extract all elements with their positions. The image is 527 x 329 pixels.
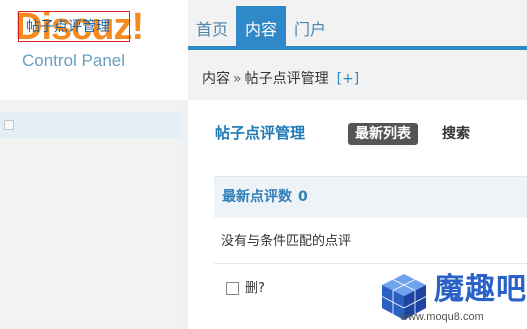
- breadcrumb-current: 帖子点评管理: [244, 71, 329, 87]
- sidebar-item-comment-manage[interactable]: [0, 112, 180, 138]
- page-title: 帖子点评管理: [215, 124, 306, 142]
- tab-portal[interactable]: 门户: [289, 6, 331, 46]
- latest-comments-label: 最新点评数: [222, 189, 292, 205]
- row-divider: [214, 263, 527, 264]
- breadcrumb: 内容» 帖子点评管理 [+]: [202, 67, 359, 91]
- empty-message: 没有与条件匹配的点评: [221, 234, 352, 249]
- delete-label: 删?: [245, 281, 265, 296]
- breadcrumb-root[interactable]: 内容: [202, 71, 230, 87]
- comment-count: 0: [298, 189, 308, 205]
- collapse-icon: [4, 120, 14, 130]
- nav-underline: [188, 46, 527, 50]
- sidebar-item-label[interactable]: 帖子点评管理: [26, 17, 110, 37]
- tab-content[interactable]: 内容: [236, 6, 286, 49]
- watermark-text: 魔趣吧: [434, 272, 527, 307]
- latest-list-button[interactable]: 最新列表: [348, 123, 418, 145]
- breadcrumb-separator: »: [233, 71, 242, 87]
- watermark: 魔趣吧 www.moqu8.com: [378, 268, 527, 329]
- delete-checkbox[interactable]: [226, 282, 239, 295]
- add-shortcut-link[interactable]: [+]: [337, 71, 360, 87]
- watermark-url: www.moqu8.com: [400, 311, 484, 323]
- search-button[interactable]: 搜索: [442, 123, 470, 145]
- list-header-label: 最新点评数 0: [222, 187, 308, 207]
- tab-home[interactable]: 首页: [191, 6, 233, 46]
- logo-subtitle: Control Panel: [22, 51, 126, 70]
- sidebar-divider: [180, 100, 188, 329]
- sidebar: [0, 100, 188, 329]
